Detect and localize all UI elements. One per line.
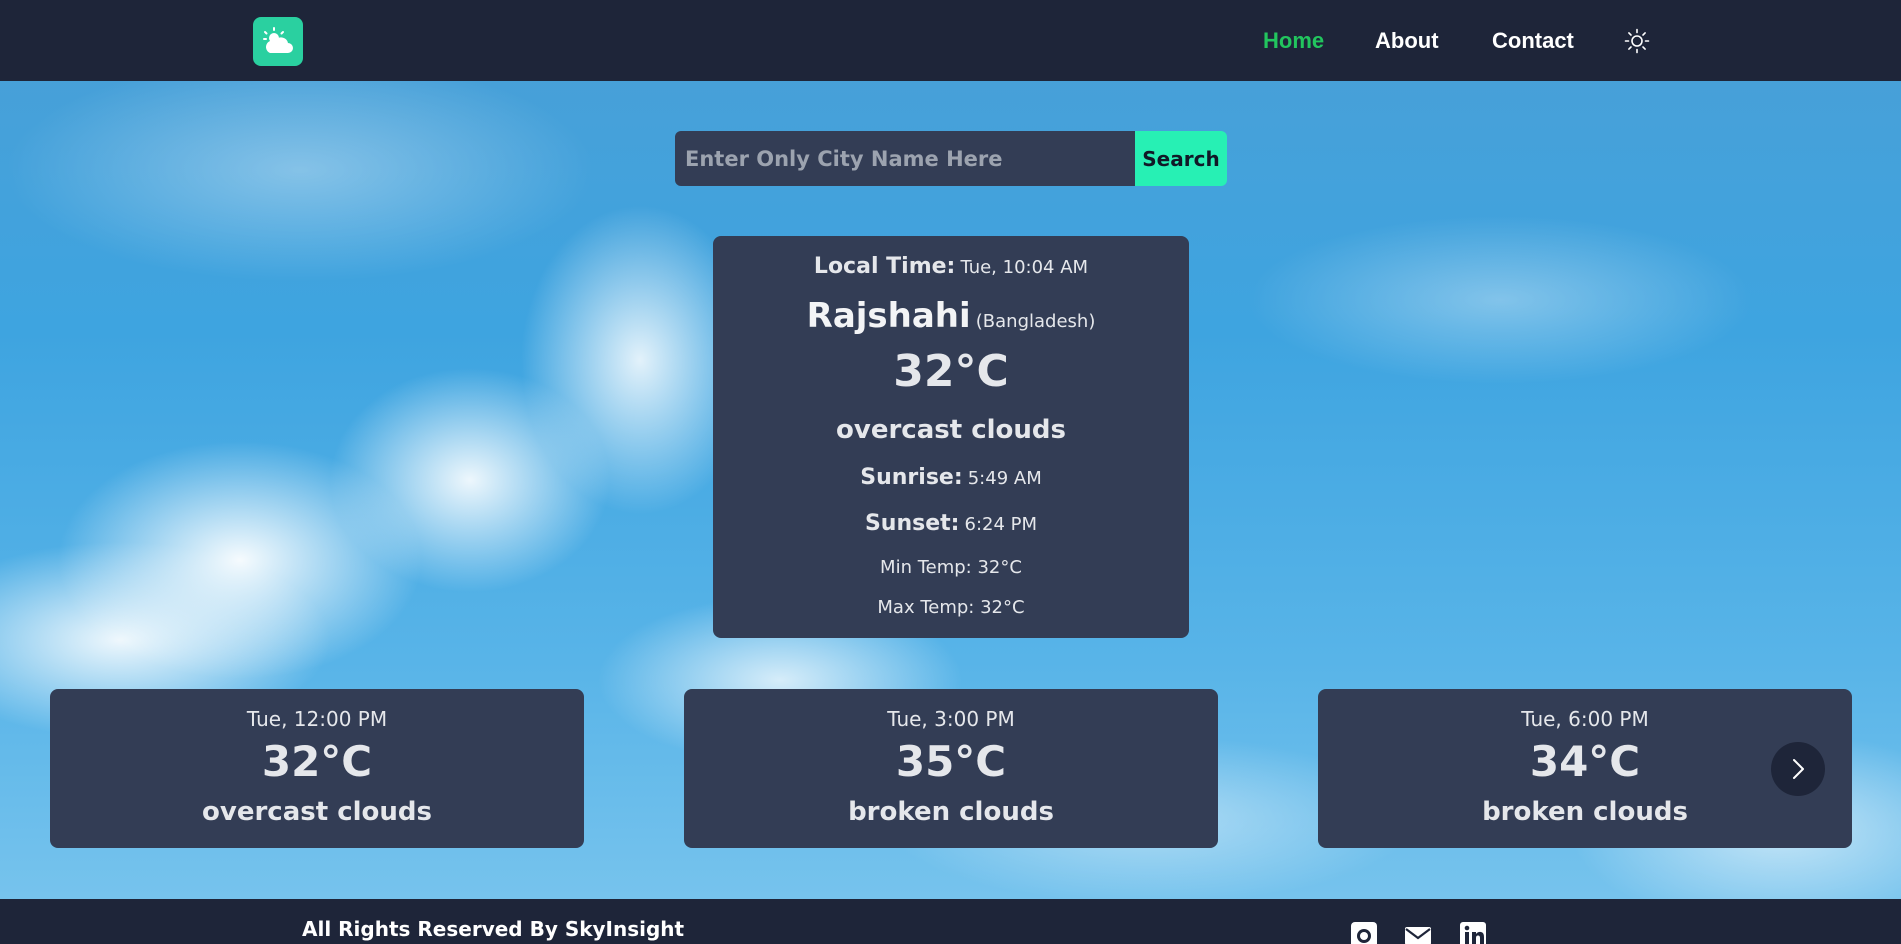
forecast-card: Tue, 3:00 PM 35°C broken clouds [684, 689, 1218, 848]
forecast-time: Tue, 3:00 PM [887, 707, 1015, 731]
sun-icon [1624, 28, 1650, 54]
sunset-row: Sunset: 6:24 PM [713, 511, 1189, 536]
forecast-description: broken clouds [1482, 797, 1688, 827]
forecast-card: Tue, 12:00 PM 32°C overcast clouds [50, 689, 584, 848]
github-icon[interactable] [1350, 921, 1378, 944]
forecast-description: broken clouds [848, 797, 1054, 827]
sunset-label: Sunset: [864, 511, 960, 536]
forecast-temperature: 32°C [261, 737, 373, 786]
local-time-row: Local Time: Tue, 10:04 AM [713, 254, 1189, 279]
location-row: Rajshahi (Bangladesh) [713, 296, 1189, 336]
footer: All Rights Reserved By SkyInsight [0, 899, 1901, 944]
navbar: Home About Contact [0, 0, 1901, 81]
current-temperature: 32°C [893, 346, 1009, 397]
sunrise-value: 5:49 AM [967, 468, 1042, 489]
logo[interactable] [253, 17, 303, 66]
city-name: Rajshahi [806, 296, 971, 336]
forecast-time: Tue, 12:00 PM [246, 707, 388, 731]
linkedin-icon[interactable] [1459, 921, 1487, 944]
sunset-value: 6:24 PM [964, 514, 1038, 535]
local-time-label: Local Time: [813, 254, 956, 279]
min-temp: Min Temp: 32°C [880, 557, 1022, 578]
sunrise-row: Sunrise: 5:49 AM [713, 465, 1189, 490]
carousel-next-button[interactable] [1771, 742, 1825, 796]
sunrise-label: Sunrise: [860, 465, 963, 490]
nav-contact-link[interactable]: Contact [1492, 26, 1574, 56]
local-time-value: Tue, 10:04 AM [960, 257, 1089, 278]
forecast-time: Tue, 6:00 PM [1521, 707, 1649, 731]
theme-toggle-button[interactable] [1623, 27, 1651, 55]
chevron-right-icon [1793, 759, 1804, 779]
search-button[interactable]: Search [1135, 131, 1227, 186]
max-temp: Max Temp: 32°C [877, 597, 1025, 618]
cloud-sun-icon [263, 26, 293, 53]
city-search-input[interactable] [675, 131, 1135, 186]
nav-home-link[interactable]: Home [1263, 26, 1324, 56]
forecast-description: overcast clouds [202, 797, 432, 827]
footer-copyright: All Rights Reserved By SkyInsight [302, 917, 685, 941]
search-bar: Search [675, 131, 1227, 186]
nav-about-link[interactable]: About [1375, 26, 1439, 56]
country-name: (Bangladesh) [975, 311, 1096, 332]
forecast-temperature: 35°C [895, 737, 1007, 786]
mail-icon[interactable] [1404, 921, 1432, 944]
weather-description: overcast clouds [836, 415, 1066, 445]
